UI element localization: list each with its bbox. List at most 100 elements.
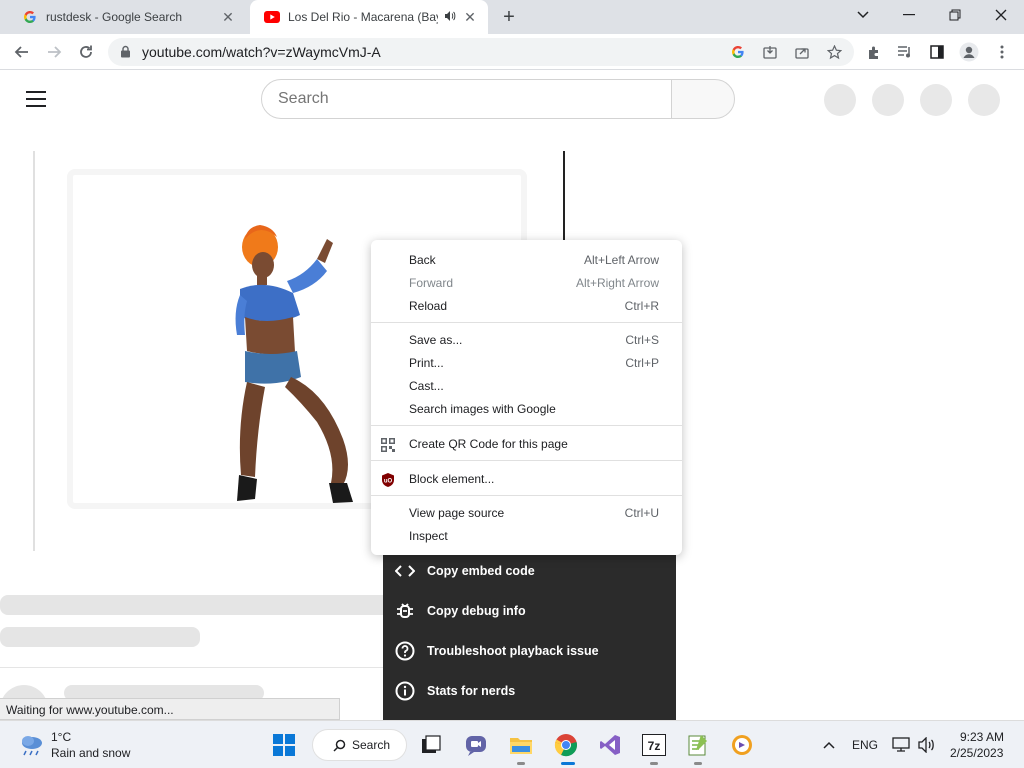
item-label: Cast... — [409, 379, 444, 393]
header-icon-placeholder[interactable] — [824, 84, 856, 116]
tab-title: rustdesk - Google Search — [46, 10, 183, 24]
context-item-save-as[interactable]: Save as... Ctrl+S — [371, 329, 682, 352]
item-shortcut: Alt+Left Arrow — [583, 253, 659, 267]
help-circle-icon — [383, 641, 427, 661]
dancer-figure-image — [235, 225, 353, 503]
visual-studio-icon[interactable] — [594, 729, 626, 761]
7zip-icon[interactable]: 7z — [638, 729, 670, 761]
menu-item-label: Copy debug info — [427, 604, 526, 618]
stats-for-nerds-item[interactable]: Stats for nerds — [383, 671, 676, 711]
tab-search-chevron-icon[interactable] — [840, 0, 886, 30]
show-hidden-icons-chevron-icon[interactable] — [814, 729, 844, 761]
google-g-icon — [22, 9, 38, 25]
item-shortcut: Ctrl+R — [624, 299, 659, 313]
screen: rustdesk - Google Search ✕ Los Del Rio -… — [0, 0, 1024, 768]
hamburger-menu-icon[interactable] — [26, 91, 46, 107]
browser-context-menu: Back Alt+Left Arrow Forward Alt+Right Ar… — [371, 240, 682, 555]
ublock-origin-icon: uO — [380, 472, 396, 488]
weather-description[interactable]: Rain and snow — [51, 746, 130, 760]
running-indicator — [517, 762, 525, 765]
extensions-puzzle-icon[interactable] — [862, 40, 886, 64]
media-control-icon[interactable] — [893, 40, 917, 64]
tab-youtube-active[interactable]: Los Del Rio - Macarena (Bayside ✕ — [250, 0, 488, 34]
youtube-player-context-menu: Copy embed code Copy debug info Troubles… — [383, 554, 676, 720]
close-window-icon[interactable] — [978, 0, 1024, 30]
item-label: Back — [409, 253, 436, 267]
google-lens-icon[interactable] — [728, 42, 748, 62]
chrome-icon[interactable] — [550, 729, 582, 761]
youtube-search-button[interactable] — [671, 79, 735, 119]
lock-icon[interactable] — [120, 45, 131, 63]
code-icon — [383, 564, 427, 578]
context-item-search-images[interactable]: Search images with Google — [371, 398, 682, 421]
context-item-block-element[interactable]: uO Block element... — [371, 468, 682, 491]
context-item-print[interactable]: Print... Ctrl+P — [371, 352, 682, 375]
menu-item-label: Copy embed code — [427, 564, 535, 578]
network-icon[interactable] — [888, 729, 914, 761]
svg-text:7z: 7z — [648, 739, 661, 753]
language-indicator[interactable]: ENG — [852, 738, 878, 752]
context-item-create-qr-code[interactable]: Create QR Code for this page — [371, 433, 682, 456]
menu-item-label: Troubleshoot playback issue — [427, 644, 599, 658]
reload-icon[interactable] — [74, 40, 98, 64]
minimize-icon[interactable] — [886, 0, 932, 30]
tab-strip: rustdesk - Google Search ✕ Los Del Rio -… — [0, 0, 1024, 34]
rustdesk-icon[interactable] — [726, 729, 758, 761]
menu-item-label: Stats for nerds — [427, 684, 516, 698]
item-label: View page source — [409, 506, 505, 520]
context-item-inspect[interactable]: Inspect — [371, 525, 682, 548]
youtube-search-input[interactable]: Search — [261, 79, 672, 119]
notepad-plus-plus-icon[interactable] — [682, 729, 714, 761]
teams-chat-icon[interactable] — [460, 729, 492, 761]
header-icon-placeholder[interactable] — [872, 84, 904, 116]
header-avatar-placeholder[interactable] — [968, 84, 1000, 116]
subtitle-placeholder — [0, 627, 200, 647]
copy-embed-code-item[interactable]: Copy embed code — [383, 551, 676, 591]
volume-icon[interactable] — [914, 729, 940, 761]
item-label: Forward — [409, 276, 454, 290]
search-icon — [333, 739, 346, 752]
share-icon[interactable] — [792, 42, 812, 62]
windows-start-icon[interactable] — [268, 729, 300, 761]
close-tab-icon[interactable]: ✕ — [462, 9, 478, 25]
context-item-back[interactable]: Back Alt+Left Arrow — [371, 249, 682, 272]
close-tab-icon[interactable]: ✕ — [220, 9, 236, 25]
weather-rain-snow-icon[interactable] — [18, 733, 46, 757]
kebab-menu-icon[interactable] — [990, 40, 1014, 64]
tab-google-search[interactable]: rustdesk - Google Search ✕ — [8, 0, 246, 34]
weather-temperature[interactable]: 1°C — [51, 730, 71, 744]
task-view-icon[interactable] — [415, 729, 447, 761]
context-item-forward[interactable]: Forward Alt+Right Arrow — [371, 272, 682, 295]
running-indicator — [694, 762, 702, 765]
context-item-reload[interactable]: Reload Ctrl+R — [371, 295, 682, 318]
copy-debug-info-item[interactable]: Copy debug info — [383, 591, 676, 631]
clock-time[interactable]: 9:23 AM — [960, 730, 1004, 744]
header-icon-placeholder[interactable] — [920, 84, 952, 116]
taskbar-search-label: Search — [352, 738, 391, 752]
context-item-view-source[interactable]: View page source Ctrl+U — [371, 502, 682, 525]
browser-toolbar: youtube.com/watch?v=zWaymcVmJ-A — [0, 34, 1024, 70]
bookmark-star-icon[interactable] — [824, 42, 844, 62]
menu-separator — [371, 495, 682, 496]
troubleshoot-playback-item[interactable]: Troubleshoot playback issue — [383, 631, 676, 671]
menu-separator — [371, 460, 682, 461]
forward-arrow-icon[interactable] — [42, 40, 66, 64]
speaker-icon[interactable] — [444, 10, 456, 25]
item-label: Block element... — [409, 472, 495, 486]
side-panel-icon[interactable] — [925, 40, 949, 64]
install-app-icon[interactable] — [760, 42, 780, 62]
file-explorer-icon[interactable] — [505, 729, 537, 761]
bug-icon — [383, 601, 427, 621]
item-shortcut: Alt+Right Arrow — [575, 276, 659, 290]
new-tab-button[interactable]: + — [498, 6, 520, 28]
profile-avatar-icon[interactable] — [957, 40, 981, 64]
restore-icon[interactable] — [932, 0, 978, 30]
item-shortcut: Ctrl+P — [625, 356, 659, 370]
item-label: Reload — [409, 299, 448, 313]
address-bar[interactable]: youtube.com/watch?v=zWaymcVmJ-A — [108, 38, 854, 66]
url-text: youtube.com/watch?v=zWaymcVmJ-A — [142, 44, 381, 60]
clock-date[interactable]: 2/25/2023 — [950, 746, 1003, 760]
back-arrow-icon[interactable] — [10, 40, 34, 64]
context-item-cast[interactable]: Cast... — [371, 375, 682, 398]
taskbar-search-button[interactable]: Search — [312, 729, 407, 761]
